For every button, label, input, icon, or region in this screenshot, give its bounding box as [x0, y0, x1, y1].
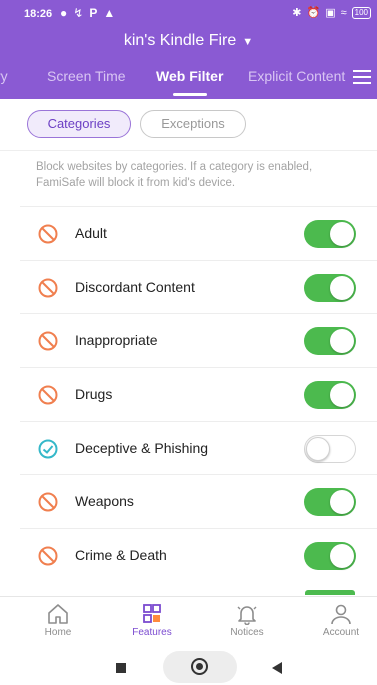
status-time: 18:26 — [24, 8, 53, 20]
adult-toggle[interactable] — [304, 220, 356, 248]
nav-account[interactable]: Account — [306, 603, 376, 638]
category-row-discordant-content: Discordant Content — [20, 259, 377, 314]
category-row-inappropriate: Inappropriate — [20, 313, 377, 367]
category-row-crime-death: Crime & Death — [20, 528, 377, 582]
tab-screen-time[interactable]: Screen Time — [47, 68, 126, 84]
bottom-navigation: Home Features Notices Account — [0, 596, 377, 648]
block-icon — [38, 492, 58, 512]
category-label: Inappropriate — [75, 332, 158, 349]
discordant-content-toggle[interactable] — [304, 273, 356, 302]
screen-icon: ▣ — [325, 7, 336, 19]
system-navigation-bar — [0, 648, 377, 685]
nav-home[interactable]: Home — [23, 603, 93, 638]
info-text: Block websites by categories. If a categ… — [36, 161, 313, 189]
category-label: Weapons — [75, 493, 134, 510]
category-row-weapons: Weapons — [20, 474, 377, 528]
tab-web-filter[interactable]: Web Filter — [156, 68, 223, 84]
status-notification-icons: ● ↯ P ▲ — [60, 6, 115, 20]
block-icon — [38, 385, 58, 405]
home-icon — [48, 604, 68, 624]
toggle-knob — [306, 436, 330, 461]
segment-control: Categories Exceptions — [0, 99, 377, 151]
category-label: Drugs — [75, 386, 113, 403]
home-circle-icon — [191, 658, 208, 675]
bell-icon — [237, 606, 257, 625]
menu-icon[interactable] — [351, 66, 373, 88]
category-label: Crime & Death — [75, 547, 167, 564]
parking-icon: P — [89, 6, 98, 20]
category-label: Deceptive & Phishing — [75, 439, 209, 456]
nav-label: Features — [132, 627, 172, 638]
feature-tabs: ry Screen Time Web Filter Explicit Conte… — [0, 60, 377, 96]
account-icon — [331, 604, 351, 625]
inappropriate-toggle[interactable] — [304, 327, 356, 356]
toggle-knob — [330, 275, 354, 300]
app-header: 18:26 ● ↯ P ▲ ✱ ⏰ ▣ ≈ 100 kin's Kindle F… — [0, 0, 377, 99]
drugs-toggle[interactable] — [304, 381, 356, 410]
toggle-knob — [330, 222, 354, 246]
device-selector[interactable]: kin's Kindle Fire ▼ — [0, 32, 377, 56]
category-list: Adult Discordant Content Inappropriate D… — [20, 206, 377, 582]
toggle-knob — [330, 544, 354, 569]
weapons-toggle[interactable] — [304, 488, 356, 517]
warning-icon: ▲ — [103, 6, 116, 20]
nav-label: Account — [322, 627, 360, 638]
block-icon — [38, 331, 58, 351]
toggle-knob — [330, 490, 354, 515]
exceptions-segment[interactable]: Exceptions — [140, 110, 246, 138]
toggle-knob — [330, 383, 354, 408]
device-name: kin's Kindle Fire — [123, 32, 237, 49]
caret-down-icon: ▼ — [242, 36, 254, 48]
category-label: Discordant Content — [75, 278, 195, 295]
toggle-knob — [330, 329, 354, 354]
nav-features[interactable]: Features — [117, 603, 187, 638]
status-bar: 18:26 ● ↯ P ▲ ✱ ⏰ ▣ ≈ 100 — [0, 0, 377, 28]
person-icon: ● — [60, 6, 68, 20]
nav-label: Home — [44, 627, 72, 638]
tab-explicit-content[interactable]: Explicit Content — [248, 68, 345, 84]
crime-death-toggle[interactable] — [304, 542, 356, 571]
block-icon — [38, 546, 58, 566]
block-icon — [38, 278, 58, 298]
battery-icon: 100 — [351, 6, 371, 19]
status-system-icons: ✱ ⏰ ▣ ≈ 100 — [292, 6, 371, 19]
nav-notices[interactable]: Notices — [212, 603, 282, 638]
category-row-drugs: Drugs — [20, 367, 377, 421]
bluetooth-icon: ✱ — [292, 7, 302, 19]
tab-history[interactable]: ry — [0, 68, 8, 84]
active-tab-indicator — [173, 93, 207, 96]
category-row-adult: Adult — [20, 206, 377, 260]
alarm-off-icon: ⏰ — [306, 7, 321, 19]
back-icon[interactable] — [272, 662, 282, 674]
check-circle-icon — [38, 439, 58, 459]
category-row-deceptive-phishing: Deceptive & Phishing — [20, 420, 377, 475]
nav-label: Notices — [230, 627, 264, 638]
features-grid-icon — [143, 604, 161, 623]
home-button[interactable] — [163, 651, 237, 683]
deceptive-phishing-toggle[interactable] — [304, 434, 356, 463]
wifi-icon: ≈ — [340, 6, 347, 19]
block-icon — [38, 224, 58, 244]
categories-segment[interactable]: Categories — [27, 110, 131, 138]
recents-icon[interactable] — [116, 663, 126, 673]
next-row-toggle-partial — [305, 590, 355, 595]
category-label: Adult — [75, 225, 107, 241]
sync-icon: ↯ — [73, 6, 84, 20]
